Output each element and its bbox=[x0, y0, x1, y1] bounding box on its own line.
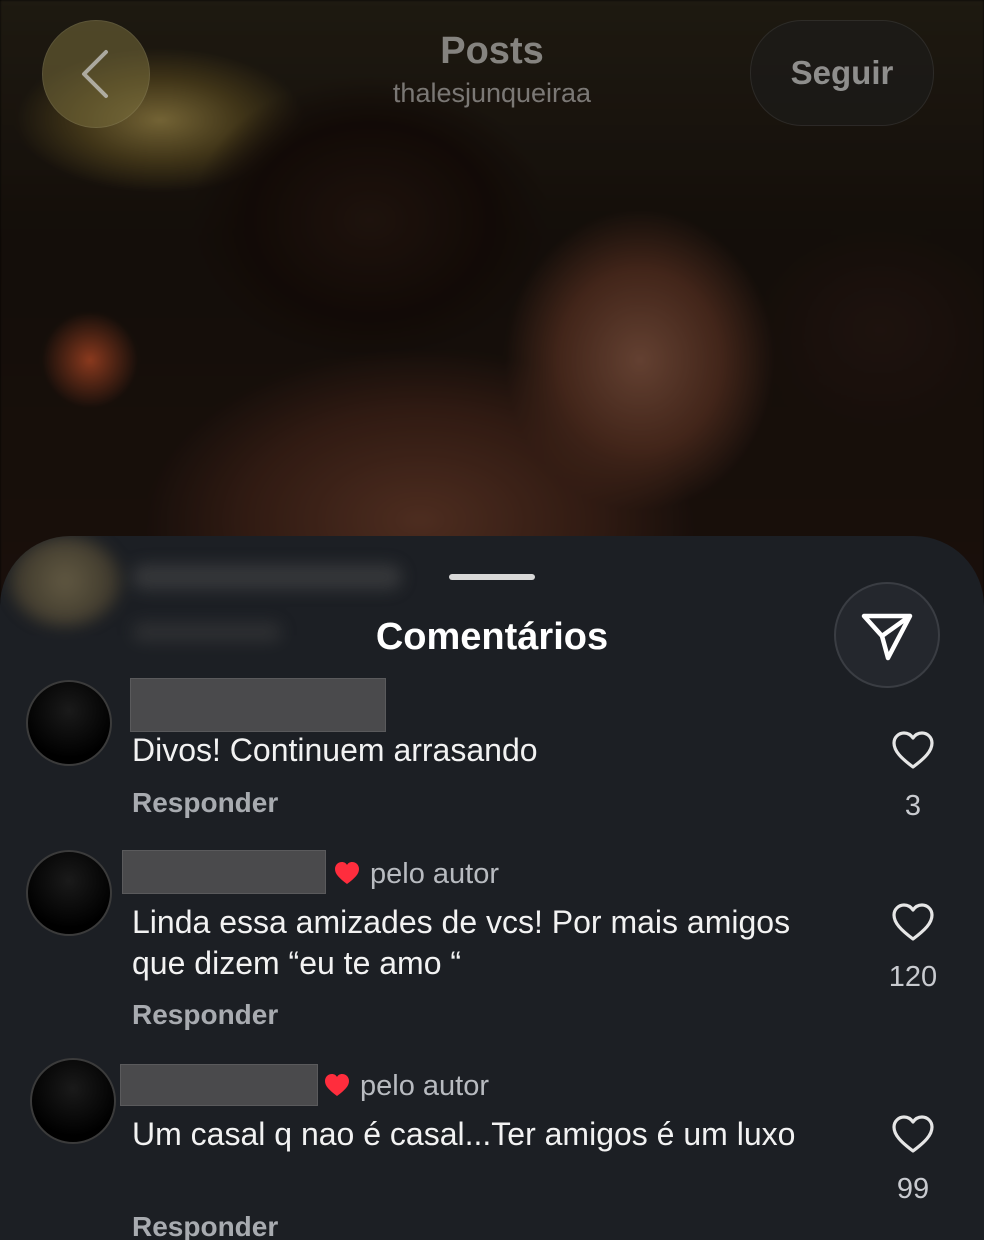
sheet-drag-handle[interactable] bbox=[449, 574, 535, 580]
back-button[interactable] bbox=[42, 20, 150, 128]
heart-filled-icon bbox=[325, 1074, 349, 1096]
heart-outline-icon[interactable] bbox=[891, 902, 935, 942]
heart-outline-icon[interactable] bbox=[891, 1114, 935, 1154]
blurred-avatar bbox=[10, 536, 120, 626]
reply-button[interactable]: Responder bbox=[132, 998, 278, 1032]
liked-by-author-label: pelo autor bbox=[370, 858, 499, 890]
like-count: 99 bbox=[896, 1173, 930, 1205]
like-count: 120 bbox=[888, 961, 938, 993]
sheet-title: Comentários bbox=[375, 616, 609, 658]
blurred-text-line bbox=[132, 564, 402, 590]
screen: Posts thalesjunqueiraa Seguir Comentário… bbox=[0, 0, 984, 1240]
redacted-username[interactable] bbox=[130, 678, 386, 732]
share-button[interactable] bbox=[834, 582, 940, 688]
follow-button[interactable]: Seguir bbox=[750, 20, 934, 126]
blurred-reply-line bbox=[132, 622, 282, 642]
avatar[interactable] bbox=[26, 680, 112, 766]
header: Posts thalesjunqueiraa bbox=[292, 28, 692, 112]
send-icon bbox=[861, 613, 913, 661]
comment-text: Linda essa amizades de vcs! Por mais ami… bbox=[132, 904, 791, 981]
comment-item: pelo autor Um casal q nao é casal...Ter … bbox=[0, 1058, 984, 1240]
page-title: Posts bbox=[440, 30, 544, 72]
comments-sheet: Comentários Divos! Continuem arrasando R… bbox=[0, 536, 984, 1240]
reply-button[interactable]: Responder bbox=[132, 786, 278, 820]
avatar[interactable] bbox=[26, 850, 112, 936]
chevron-left-icon bbox=[82, 50, 108, 98]
redacted-username[interactable] bbox=[120, 1064, 318, 1106]
comment-item: Divos! Continuem arrasando Responder 3 bbox=[0, 676, 984, 846]
comment-item: pelo autor Linda essa amizades de vcs! P… bbox=[0, 846, 984, 1058]
heart-outline-icon[interactable] bbox=[891, 730, 935, 770]
header-username[interactable]: thalesjunqueiraa bbox=[292, 74, 692, 112]
reply-button[interactable]: Responder bbox=[132, 1210, 278, 1240]
comment-text: Um casal q nao é casal...Ter amigos é um… bbox=[132, 1116, 796, 1152]
like-count: 3 bbox=[904, 790, 922, 822]
heart-filled-icon bbox=[335, 862, 359, 884]
liked-by-author-label: pelo autor bbox=[360, 1070, 489, 1102]
redacted-username[interactable] bbox=[122, 850, 326, 894]
avatar[interactable] bbox=[30, 1058, 116, 1144]
comment-text: Divos! Continuem arrasando bbox=[132, 732, 538, 768]
